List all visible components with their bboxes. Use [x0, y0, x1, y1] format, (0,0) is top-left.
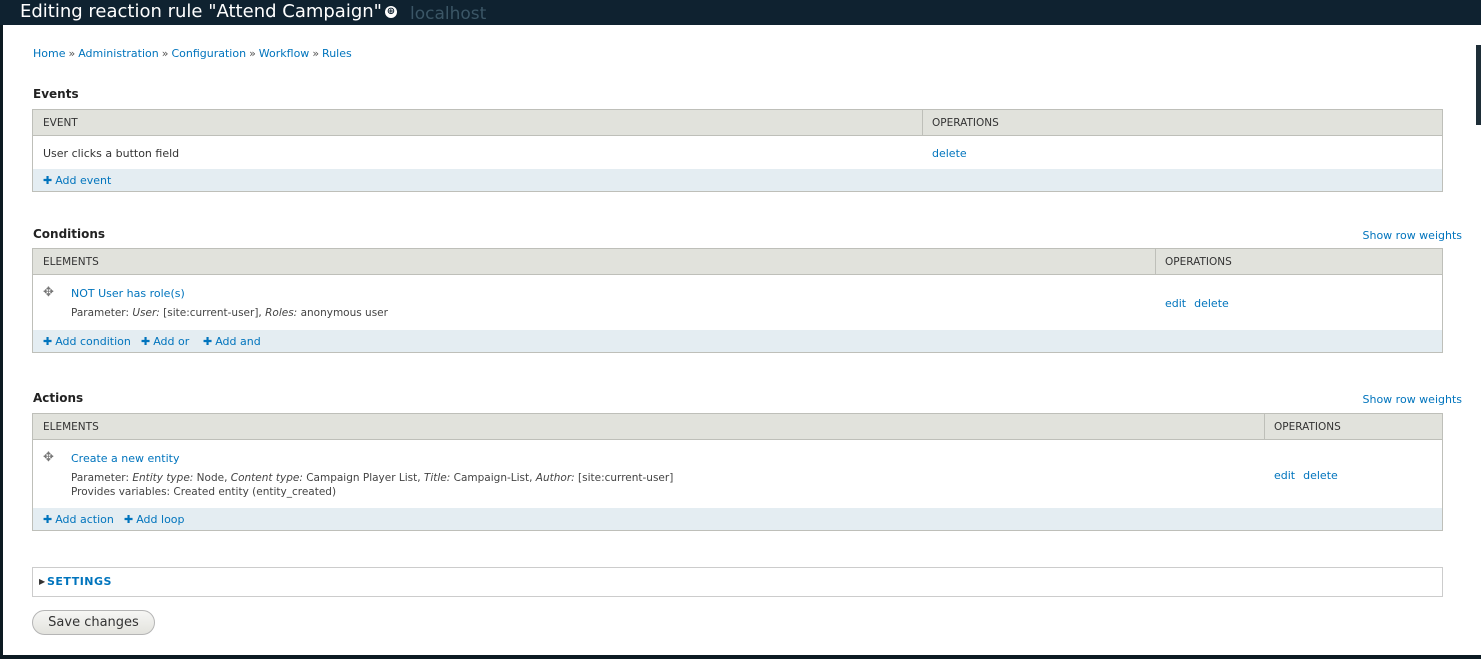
action-provides-variables: Provides variables: Created entity (enti…: [71, 486, 337, 498]
background-url-text: localhost: [410, 4, 487, 24]
scrollbar-thumb[interactable]: [1476, 45, 1481, 125]
plus-icon: ✚: [203, 335, 213, 348]
param-prefix: Parameter:: [71, 472, 129, 484]
events-table-header: EVENT OPERATIONS: [33, 110, 1442, 136]
content-panel: Home» Administration» Configuration» Workfl…: [3, 25, 1476, 655]
collapsed-triangle-icon: ▶: [39, 577, 46, 586]
add-condition-label: Add condition: [55, 335, 131, 348]
param-key: Content type:: [230, 472, 303, 484]
col-event: EVENT: [43, 117, 78, 129]
conditions-table: ELEMENTS OPERATIONS ✥ NOT User has role(…: [32, 248, 1443, 353]
add-action-link[interactable]: ✚ Add action: [43, 513, 114, 526]
actions-table-header: ELEMENTS OPERATIONS: [33, 414, 1442, 440]
param-value: Node,: [196, 472, 228, 484]
table-row: ✥ Create a new entity Parameter: Entity …: [33, 440, 1442, 508]
add-and-label: Add and: [215, 335, 261, 348]
scrollbar-track[interactable]: [1476, 25, 1481, 659]
column-divider: [922, 110, 923, 135]
col-operations: OPERATIONS: [1274, 421, 1341, 433]
param-key: Title:: [423, 472, 451, 484]
param-key: Author:: [535, 472, 575, 484]
param-value: [site:current-user],: [163, 307, 262, 319]
breadcrumb-workflow[interactable]: Workflow: [259, 47, 310, 60]
settings-label[interactable]: SETTINGS: [47, 575, 112, 588]
drag-handle-icon[interactable]: ✥: [43, 285, 54, 300]
table-row: ✥ NOT User has role(s) Parameter: User: …: [33, 275, 1442, 330]
event-label: User clicks a button field: [43, 147, 180, 160]
param-key: Roles:: [265, 307, 298, 319]
action-parameter: Parameter: Entity type: Node, Content ty…: [71, 472, 673, 484]
actions-heading: Actions: [33, 391, 84, 405]
conditions-show-row-weights-link[interactable]: Show row weights: [1363, 229, 1463, 242]
param-value: Campaign-List,: [453, 472, 533, 484]
delete-link[interactable]: delete: [1194, 297, 1229, 310]
actions-show-row-weights-link[interactable]: Show row weights: [1363, 393, 1463, 406]
drag-handle-icon[interactable]: ✥: [43, 450, 54, 465]
breadcrumb-separator: »: [249, 47, 256, 60]
plus-icon: ✚: [43, 174, 53, 187]
add-and-link[interactable]: ✚ Add and: [203, 335, 261, 348]
window-bottom-edge: [0, 655, 1481, 659]
col-operations: OPERATIONS: [932, 117, 999, 129]
add-loop-label: Add loop: [136, 513, 185, 526]
window-titlebar: Editing reaction rule "Attend Campaign" …: [0, 0, 1481, 25]
col-elements: ELEMENTS: [43, 421, 99, 433]
param-key: User:: [132, 307, 160, 319]
col-elements: ELEMENTS: [43, 256, 99, 268]
breadcrumb-rules[interactable]: Rules: [322, 47, 352, 60]
actions-table-footer: ✚ Add action ✚ Add loop: [33, 508, 1442, 530]
column-divider: [1264, 414, 1265, 439]
add-event-label: Add event: [55, 174, 112, 187]
edit-link[interactable]: edit: [1274, 469, 1295, 482]
add-condition-link[interactable]: ✚ Add condition: [43, 335, 131, 348]
plus-icon: ✚: [141, 335, 151, 348]
events-table: EVENT OPERATIONS User clicks a button fi…: [32, 109, 1443, 192]
param-prefix: Parameter:: [71, 307, 129, 319]
events-heading: Events: [33, 87, 79, 101]
event-operations: delete: [932, 147, 975, 160]
plus-icon: ✚: [124, 513, 134, 526]
conditions-table-header: ELEMENTS OPERATIONS: [33, 249, 1442, 275]
settings-fieldset[interactable]: ▶ SETTINGS: [32, 567, 1443, 597]
action-operations: edit delete: [1274, 469, 1346, 482]
breadcrumb-configuration[interactable]: Configuration: [171, 47, 246, 60]
param-key: Entity type:: [132, 472, 194, 484]
breadcrumb-separator: »: [312, 47, 320, 60]
events-table-footer: ✚ Add event: [33, 169, 1442, 191]
conditions-table-footer: ✚ Add condition ✚ Add or ✚ Add and: [33, 330, 1442, 352]
delete-link[interactable]: delete: [1303, 469, 1338, 482]
param-value: anonymous user: [300, 307, 388, 319]
conditions-heading: Conditions: [33, 227, 106, 241]
add-or-label: Add or: [153, 335, 190, 348]
param-value: [site:current-user]: [578, 472, 674, 484]
condition-operations: edit delete: [1165, 297, 1237, 310]
breadcrumb: Home» Administration» Configuration» Workfl…: [33, 47, 352, 60]
actions-table: ELEMENTS OPERATIONS ✥ Create a new entit…: [32, 413, 1443, 531]
breadcrumb-separator: »: [161, 47, 169, 60]
condition-parameter: Parameter: User: [site:current-user], Ro…: [71, 307, 388, 319]
delete-link[interactable]: delete: [932, 147, 967, 160]
shortcut-add-icon[interactable]: ⊕: [385, 6, 397, 18]
edit-link[interactable]: edit: [1165, 297, 1186, 310]
add-action-label: Add action: [55, 513, 114, 526]
add-loop-link[interactable]: ✚ Add loop: [124, 513, 185, 526]
table-row: User clicks a button field delete: [33, 136, 1442, 169]
add-or-link[interactable]: ✚ Add or: [141, 335, 189, 348]
param-value: Campaign Player List,: [306, 472, 421, 484]
condition-label-link[interactable]: NOT User has role(s): [71, 287, 185, 300]
breadcrumb-home[interactable]: Home: [33, 47, 65, 60]
plus-icon: ✚: [43, 513, 53, 526]
page-title: Editing reaction rule "Attend Campaign": [20, 1, 382, 22]
breadcrumb-administration[interactable]: Administration: [78, 47, 159, 60]
plus-icon: ✚: [43, 335, 53, 348]
save-changes-button[interactable]: Save changes: [32, 610, 155, 635]
action-label-link[interactable]: Create a new entity: [71, 452, 179, 465]
breadcrumb-separator: »: [68, 47, 76, 60]
col-operations: OPERATIONS: [1165, 256, 1232, 268]
column-divider: [1155, 249, 1156, 274]
add-event-link[interactable]: ✚ Add event: [43, 174, 111, 187]
